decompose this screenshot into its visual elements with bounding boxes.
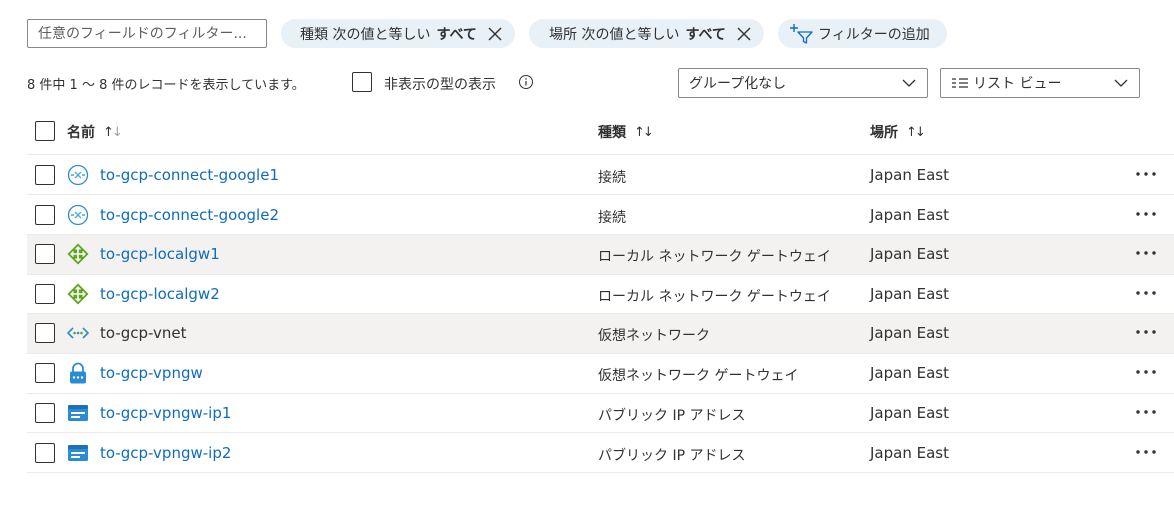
column-header-type[interactable]: 種類 ↑↓	[598, 122, 654, 142]
table-row[interactable]: to-gcp-vpngw-ip2 パブリック IP アドレス Japan Eas…	[27, 434, 1174, 473]
table-row[interactable]: to-gcp-localgw2 ローカル ネットワーク ゲートウェイ Japan…	[27, 275, 1174, 314]
group-by-dropdown[interactable]: グループ化なし	[678, 68, 928, 98]
filter-input[interactable]	[27, 19, 267, 48]
resource-name-link[interactable]: to-gcp-vpngw	[100, 364, 203, 382]
close-icon[interactable]	[487, 26, 503, 42]
resource-location: Japan East	[870, 285, 949, 303]
info-icon[interactable]	[518, 74, 534, 90]
resource-name-link[interactable]: to-gcp-vpngw-ip2	[100, 444, 231, 462]
select-all-checkbox[interactable]	[35, 121, 55, 141]
more-options-icon[interactable]	[1133, 360, 1159, 382]
resource-name-link[interactable]: to-gcp-connect-google2	[100, 206, 279, 224]
chevron-down-icon	[1114, 79, 1128, 87]
more-options-icon[interactable]	[1133, 400, 1159, 422]
more-options-icon[interactable]	[1133, 202, 1159, 224]
row-checkbox[interactable]	[35, 244, 55, 264]
table-row[interactable]: to-gcp-vpngw 仮想ネットワーク ゲートウェイ Japan East	[27, 354, 1174, 393]
resource-location: Japan East	[870, 404, 949, 422]
more-options-icon[interactable]	[1133, 440, 1159, 462]
table-row[interactable]: to-gcp-localgw1 ローカル ネットワーク ゲートウェイ Japan…	[27, 235, 1174, 274]
resource-type: 仮想ネットワーク ゲートウェイ	[598, 368, 799, 384]
show-hidden-types-label: 非表示の型の表示	[384, 77, 496, 93]
location-filter-value: すべて	[685, 26, 726, 43]
view-value: リスト ビュー	[973, 76, 1062, 92]
more-options-icon[interactable]	[1133, 241, 1159, 263]
resource-type: パブリック IP アドレス	[598, 448, 746, 464]
resource-name-link[interactable]: to-gcp-vpngw-ip1	[100, 404, 231, 422]
resource-name-link[interactable]: to-gcp-localgw2	[100, 285, 220, 303]
show-hidden-types-checkbox[interactable]	[352, 72, 372, 92]
table-row[interactable]: to-gcp-vpngw-ip1 パブリック IP アドレス Japan Eas…	[27, 394, 1174, 433]
resource-type: 仮想ネットワーク	[598, 328, 710, 344]
group-by-value: グループ化なし	[689, 76, 787, 92]
resource-location: Japan East	[870, 245, 949, 263]
resource-type: 接続	[598, 170, 626, 186]
row-checkbox[interactable]	[35, 363, 55, 383]
resource-location: Japan East	[870, 444, 949, 462]
public-ip-icon	[68, 405, 88, 421]
resource-name-link[interactable]: to-gcp-connect-google1	[100, 166, 279, 184]
row-divider	[27, 194, 1174, 195]
location-filter-pill[interactable]: 場所 次の値と等しい すべて	[529, 19, 764, 48]
type-filter-pill[interactable]: 種類 次の値と等しい すべて	[281, 19, 515, 48]
connection-icon	[67, 204, 89, 226]
more-options-icon[interactable]	[1133, 320, 1159, 342]
add-filter-button[interactable]: フィルターの追加	[778, 19, 947, 48]
list-view-icon	[952, 78, 968, 88]
resource-location: Japan East	[870, 364, 949, 382]
column-name-label: 名前	[67, 125, 95, 141]
add-filter-icon	[790, 23, 813, 44]
resource-type: ローカル ネットワーク ゲートウェイ	[598, 249, 831, 265]
vpn-gateway-icon	[70, 362, 86, 384]
resource-type: ローカル ネットワーク ゲートウェイ	[598, 289, 831, 305]
public-ip-icon	[68, 445, 88, 461]
row-checkbox[interactable]	[35, 284, 55, 304]
row-divider	[27, 432, 1174, 433]
view-dropdown[interactable]: リスト ビュー	[940, 68, 1140, 98]
connection-icon	[67, 164, 89, 186]
more-options-icon[interactable]	[1133, 162, 1159, 184]
type-filter-value: すべて	[436, 26, 477, 43]
resource-location: Japan East	[870, 166, 949, 184]
sort-icon[interactable]: ↑↓	[634, 125, 654, 140]
table-row[interactable]: to-gcp-vnet 仮想ネットワーク Japan East	[27, 314, 1174, 353]
table-row[interactable]: to-gcp-connect-google1 接続 Japan East	[27, 156, 1174, 195]
row-checkbox[interactable]	[35, 205, 55, 225]
location-filter-label: 場所 次の値と等しい	[549, 26, 680, 43]
local-network-gateway-icon	[67, 243, 89, 265]
type-filter-label: 種類 次の値と等しい	[300, 26, 431, 43]
resource-name-link[interactable]: to-gcp-vnet	[100, 324, 187, 342]
resource-type: パブリック IP アドレス	[598, 408, 746, 424]
row-divider	[27, 472, 1174, 473]
sort-icon[interactable]: ↑↓	[103, 125, 123, 140]
column-header-location[interactable]: 場所 ↑↓	[870, 122, 926, 142]
more-options-icon[interactable]	[1133, 281, 1159, 303]
record-summary: 8 件中 1 ～ 8 件のレコードを表示しています。	[27, 78, 305, 93]
column-header-name[interactable]: 名前 ↑↓	[67, 122, 123, 142]
add-filter-label: フィルターの追加	[818, 26, 930, 43]
resource-name-link[interactable]: to-gcp-localgw1	[100, 245, 220, 263]
resource-type: 接続	[598, 210, 626, 226]
virtual-network-icon	[67, 327, 89, 339]
column-type-label: 種類	[598, 125, 626, 141]
close-icon[interactable]	[736, 26, 752, 42]
row-checkbox[interactable]	[35, 403, 55, 423]
sort-icon[interactable]: ↑↓	[906, 125, 926, 140]
row-checkbox[interactable]	[35, 165, 55, 185]
chevron-down-icon	[902, 79, 916, 87]
local-network-gateway-icon	[67, 283, 89, 305]
column-location-label: 場所	[870, 125, 898, 141]
table-row[interactable]: to-gcp-connect-google2 接続 Japan East	[27, 196, 1174, 235]
header-divider	[27, 154, 1174, 155]
row-checkbox[interactable]	[35, 443, 55, 463]
resource-location: Japan East	[870, 206, 949, 224]
row-checkbox[interactable]	[35, 323, 55, 343]
resource-location: Japan East	[870, 324, 949, 342]
